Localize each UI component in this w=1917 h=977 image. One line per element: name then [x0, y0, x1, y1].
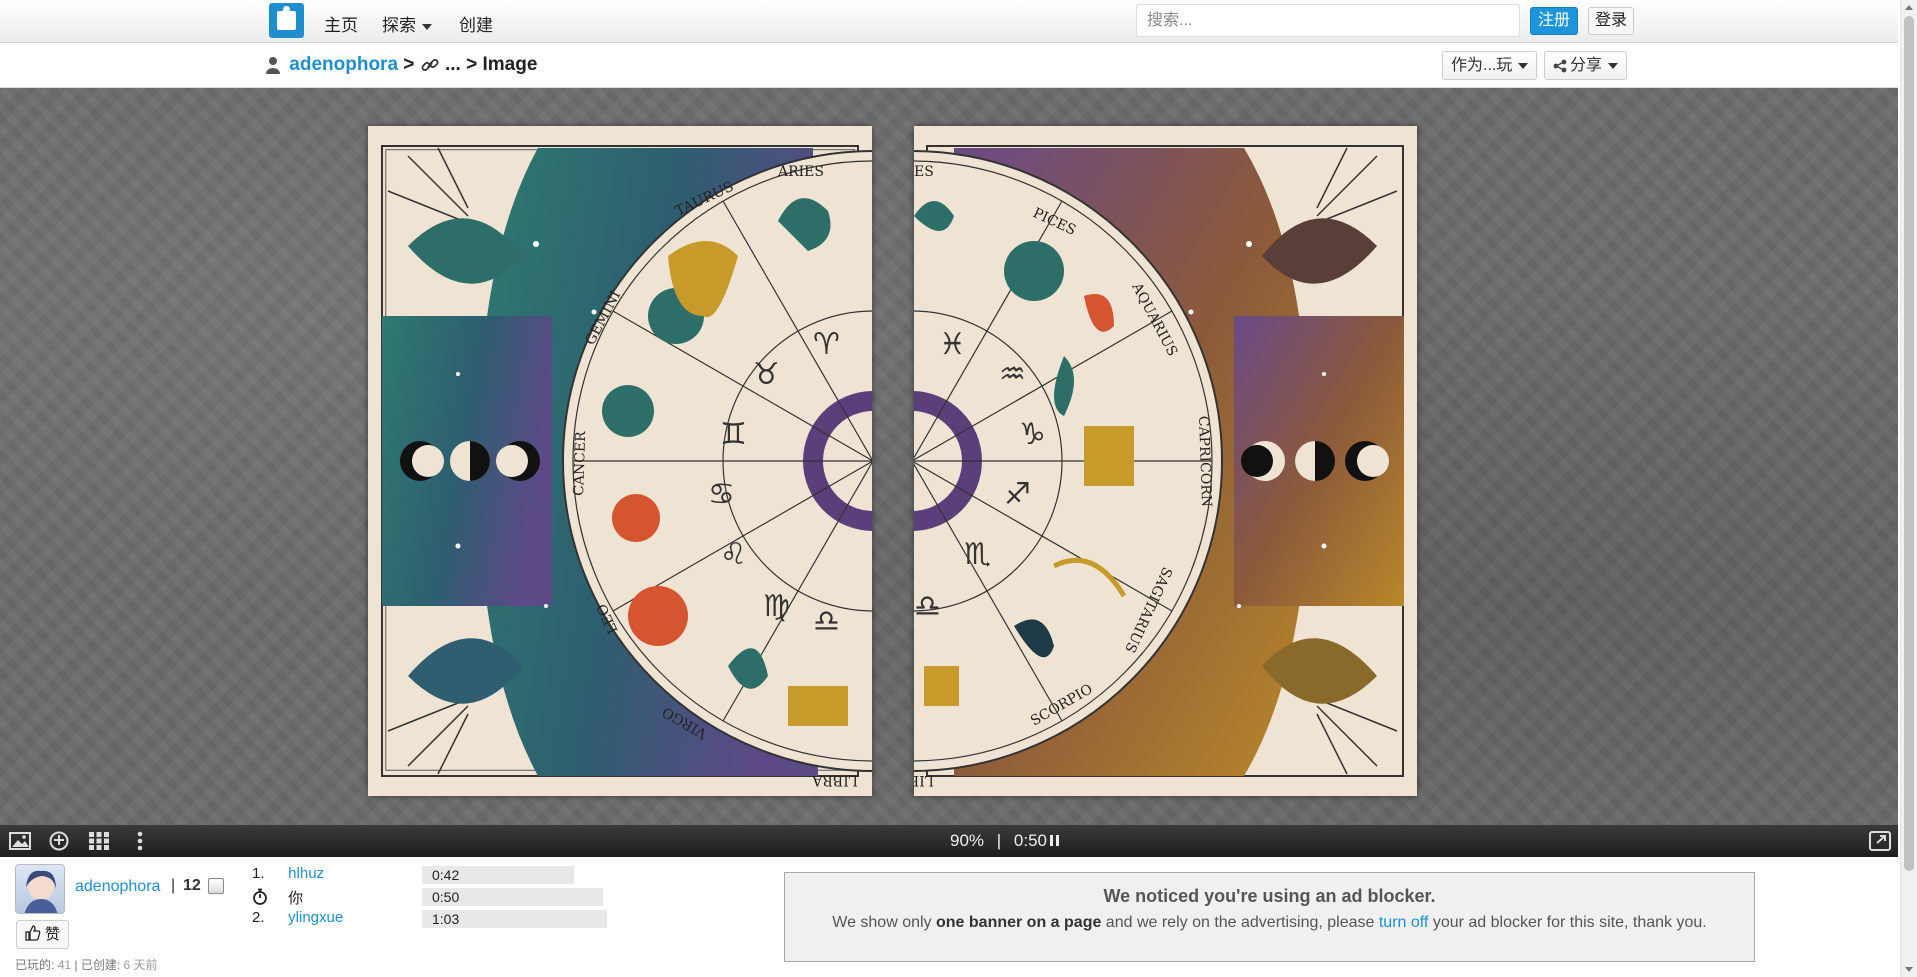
site-logo-icon[interactable]: [269, 3, 304, 38]
breadcrumb-current: Image: [482, 54, 538, 75]
svg-text:LIBRA: LIBRA: [811, 772, 858, 788]
played-label: 已玩的:: [15, 958, 55, 972]
svg-text:♎: ♎: [813, 604, 840, 639]
svg-text:♌: ♌: [720, 537, 747, 572]
share-dropdown[interactable]: 分享: [1544, 51, 1628, 80]
svg-text:CANCER: CANCER: [571, 431, 589, 497]
svg-text:♊: ♊: [720, 417, 747, 452]
like-icon: [25, 925, 41, 941]
breadcrumb: adenophora > ... > Image: [266, 54, 537, 76]
page-scrollbar[interactable]: [1900, 0, 1917, 977]
author-link[interactable]: adenophora: [75, 878, 160, 896]
svg-text:ARIES: ARIES: [777, 164, 824, 180]
login-button[interactable]: 登录: [1588, 7, 1635, 35]
turn-off-link[interactable]: turn off: [1379, 914, 1429, 931]
fullscreen-icon[interactable]: [1868, 830, 1892, 852]
progress-percent: 90%: [950, 831, 985, 850]
breadcrumb-bar: adenophora > ... > Image 作为...玩 分享: [0, 44, 1898, 88]
nav-explore[interactable]: 探索: [382, 11, 432, 36]
link-icon[interactable]: [420, 55, 440, 75]
top-navbar: 主页 探索 创建 注册 登录: [0, 0, 1898, 43]
puzzle-piece-group-left[interactable]: TAURUS ARIES GEMINI CANCER LEO VIRGO LIB…: [368, 126, 872, 796]
play-as-label: 作为...玩: [1451, 57, 1513, 74]
score-player-link[interactable]: hlhuz: [288, 865, 324, 882]
score-player-you: 你: [288, 890, 304, 907]
ghost-icon[interactable]: [47, 830, 71, 852]
svg-text:CAPRICORN: CAPRICORN: [1195, 416, 1214, 508]
stopwatch-icon: [252, 888, 284, 907]
share-label: 分享: [1570, 57, 1603, 74]
breadcrumb-ellipsis[interactable]: ...: [445, 54, 461, 75]
scoreboard-row: 2. ylingxue: [252, 909, 343, 926]
caret-down-icon: [422, 23, 432, 30]
svg-text:♒: ♒: [999, 357, 1026, 392]
score-rank: 2.: [252, 909, 265, 926]
avatar[interactable]: [15, 864, 65, 914]
svg-text:♏: ♏: [964, 537, 991, 572]
image-icon[interactable]: [8, 830, 32, 852]
svg-text:LIB: LIB: [914, 772, 934, 788]
ad-text-mid: and we rely on the advertising, please: [1101, 914, 1379, 931]
svg-text:♑: ♑: [1019, 417, 1046, 452]
score-time-bar: 1:03: [422, 910, 607, 928]
scroll-up-arrow-icon[interactable]: [1905, 5, 1913, 10]
puzzle-canvas[interactable]: TAURUS ARIES GEMINI CANCER LEO VIRGO LIB…: [0, 88, 1898, 825]
svg-text:ES: ES: [914, 164, 934, 180]
score-time-bar: 0:50: [422, 888, 603, 906]
more-icon[interactable]: [128, 830, 152, 852]
caret-down-icon: [1608, 62, 1619, 69]
created-value: 6 天前: [123, 958, 158, 972]
like-label: 赞: [45, 926, 61, 943]
scroll-down-arrow-icon[interactable]: [1905, 967, 1913, 972]
breadcrumb-separator: >: [466, 54, 478, 75]
puzzle-piece-group-right[interactable]: PICES ES AQUARIUS CAPRICORN SAGITARIUS S…: [914, 126, 1417, 796]
ad-blocker-notice: We noticed you're using an ad blocker. W…: [784, 872, 1755, 962]
scoreboard-row-you: 你: [252, 887, 303, 908]
puzzle-status: 90% | 0:50: [950, 831, 1060, 851]
score-time-bar: 0:42: [422, 866, 574, 884]
breadcrumb-separator: >: [403, 54, 415, 75]
ad-notice-title: We noticed you're using an ad blocker.: [1103, 886, 1436, 906]
svg-text:♎: ♎: [914, 589, 941, 624]
caret-down-icon: [1518, 62, 1529, 69]
play-as-dropdown[interactable]: 作为...玩: [1442, 51, 1538, 80]
puzzle-count: 12: [183, 877, 201, 894]
svg-text:♋: ♋: [708, 477, 735, 512]
pause-icon[interactable]: [1050, 835, 1060, 846]
score-rank: 1.: [252, 865, 265, 882]
grid-icon[interactable]: [87, 830, 111, 852]
user-icon: [266, 57, 280, 74]
breadcrumb-user[interactable]: adenophora: [289, 54, 398, 75]
ad-text-bold: one banner on a page: [936, 914, 1102, 931]
puzzle-info-footer: adenophora | 12 赞 已玩的: 41 | 已创建: 6 天前 1.…: [0, 857, 1898, 977]
puzzle-stats: 已玩的: 41 | 已创建: 6 天前: [15, 956, 158, 973]
signup-button[interactable]: 注册: [1530, 7, 1579, 35]
like-button[interactable]: 赞: [16, 920, 70, 949]
share-icon: [1553, 59, 1567, 73]
nav-create[interactable]: 创建: [459, 11, 493, 36]
ad-text-after: your ad blocker for this site, thank you…: [1428, 914, 1707, 931]
puzzle-toolbar: 90% | 0:50: [0, 825, 1898, 857]
nav-explore-label: 探索: [382, 16, 416, 35]
stats-separator: |: [74, 958, 78, 972]
svg-text:♓: ♓: [939, 327, 966, 362]
played-value: 41: [57, 958, 72, 972]
svg-text:♈: ♈: [813, 327, 840, 362]
scrollbar-thumb[interactable]: [1904, 16, 1914, 871]
search-input[interactable]: [1136, 4, 1520, 37]
svg-text:♐: ♐: [1004, 477, 1031, 512]
status-divider: |: [996, 831, 1002, 850]
nav-home[interactable]: 主页: [324, 11, 358, 36]
ad-notice-text: We show only one banner on a page and we…: [785, 914, 1754, 932]
timer: 0:50: [1013, 831, 1048, 850]
svg-text:♍: ♍: [763, 589, 790, 624]
scoreboard-row: 1. hlhuz: [252, 865, 324, 882]
score-player-link[interactable]: ylingxue: [288, 909, 343, 926]
author-separator: |: [171, 877, 176, 894]
ad-text-before: We show only: [832, 914, 936, 931]
svg-text:♉: ♉: [753, 357, 780, 392]
created-label: 已创建:: [80, 958, 121, 972]
puzzle-count-icon: [208, 878, 224, 894]
